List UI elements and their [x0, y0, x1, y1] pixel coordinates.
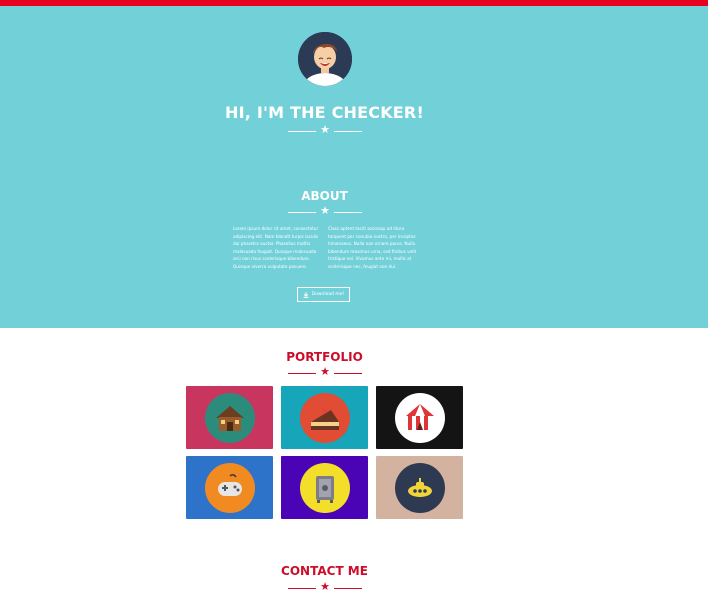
- game-controller-icon: [204, 462, 255, 513]
- circus-tent-icon: [394, 392, 445, 443]
- about-left-paragraph: Lorem ipsum dolor sit amet, consectetur …: [233, 226, 319, 269]
- star-icon: ★: [320, 123, 330, 136]
- contact-title: CONTACT ME: [281, 564, 368, 578]
- safe-icon: [299, 462, 350, 513]
- star-icon: ★: [320, 204, 330, 217]
- portfolio-item-safe[interactable]: [281, 456, 368, 519]
- hero-star-divider: ★: [288, 123, 362, 137]
- cake-icon: [299, 392, 350, 443]
- about-right-paragraph: Class aptent taciti sociosqu ad litora t…: [328, 226, 417, 269]
- download-button-label: Download me!: [311, 292, 345, 297]
- star-icon: ★: [320, 580, 330, 593]
- about-star-divider: ★: [288, 204, 362, 218]
- portfolio-title: PORTFOLIO: [286, 350, 363, 364]
- submarine-icon: [394, 462, 445, 513]
- download-icon: [303, 291, 309, 298]
- hero-section: [0, 6, 708, 328]
- portfolio-star-divider: ★: [288, 365, 362, 379]
- about-title: ABOUT: [301, 189, 348, 203]
- portfolio-item-cake[interactable]: [281, 386, 368, 449]
- portfolio-item-submarine[interactable]: [376, 456, 463, 519]
- download-button[interactable]: Download me!: [297, 287, 350, 302]
- star-icon: ★: [320, 365, 330, 378]
- avatar-illustration: [298, 32, 352, 86]
- hero-title: HI, I'M THE CHECKER!: [225, 103, 424, 122]
- portfolio-item-cabin[interactable]: [186, 386, 273, 449]
- cabin-icon: [204, 392, 255, 443]
- portfolio-item-game-controller[interactable]: [186, 456, 273, 519]
- portfolio-item-circus-tent[interactable]: [376, 386, 463, 449]
- avatar: [298, 32, 352, 86]
